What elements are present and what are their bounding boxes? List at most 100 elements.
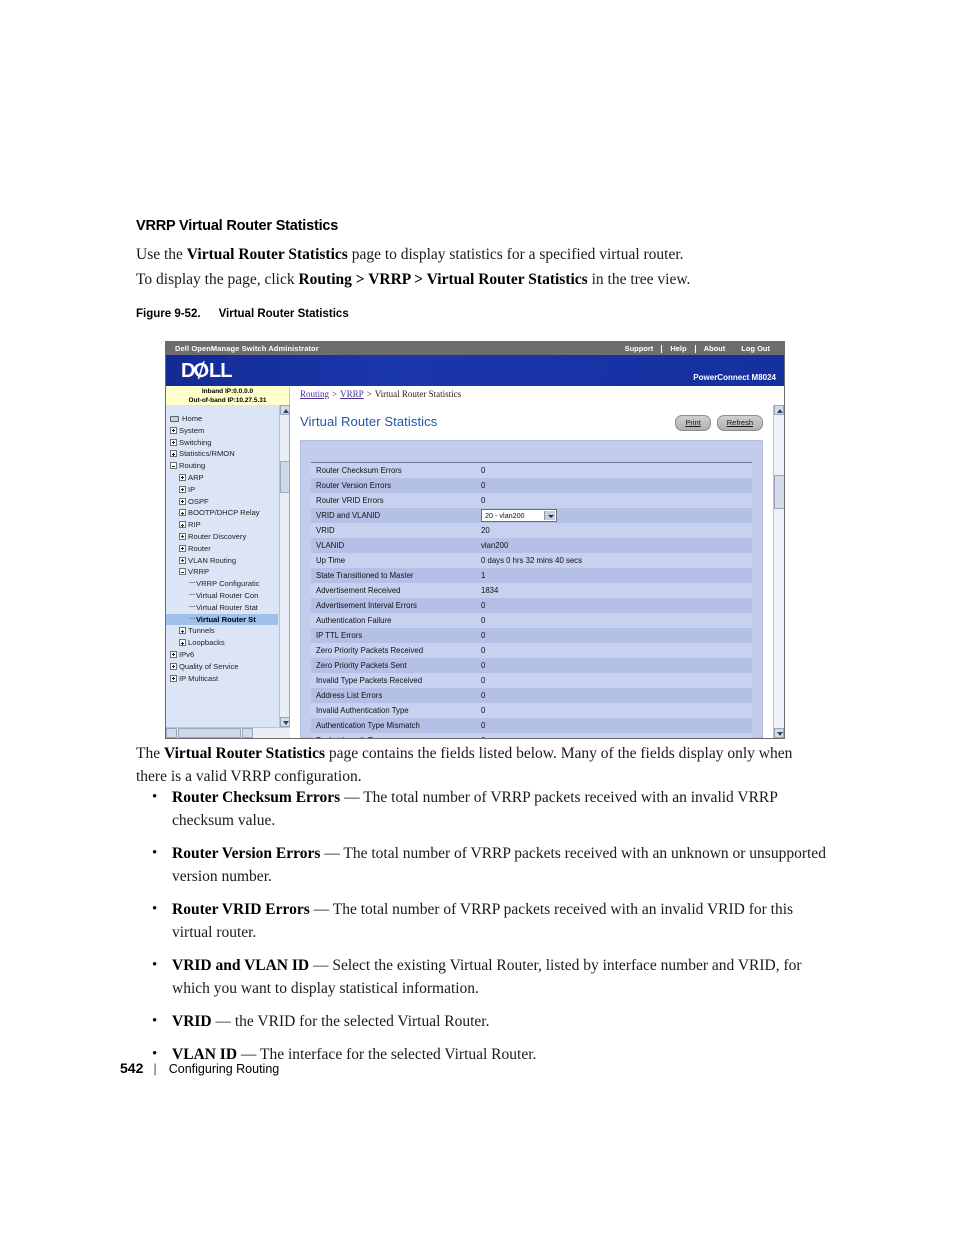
- breadcrumb-current: Virtual Router Statistics: [374, 389, 462, 399]
- intro-paragraph-line-1: Use the Virtual Router Statistics page t…: [136, 243, 836, 268]
- content-page-title: Virtual Router Statistics: [300, 414, 438, 429]
- stat-label: State Transitioned to Master: [311, 568, 476, 583]
- scroll-up-arrow-icon[interactable]: [280, 405, 290, 415]
- intro2-text-a: To display the page, click: [136, 271, 299, 288]
- tree-vertical-scrollbar[interactable]: [279, 405, 290, 727]
- tree-item-ospf[interactable]: OSPF: [166, 496, 278, 508]
- breadcrumb: Routing > VRRP > Virtual Router Statistics: [300, 389, 461, 399]
- content-scroll-thumb[interactable]: [774, 475, 784, 509]
- tree-item-label: Router: [188, 543, 211, 553]
- tree-item-router[interactable]: Router: [166, 543, 278, 555]
- content-vertical-scrollbar[interactable]: [773, 405, 784, 738]
- tree-item-vrrp-configuratic[interactable]: VRRP Configuratic: [166, 578, 278, 590]
- table-row: Zero Priority Packets Sent 0: [311, 658, 752, 673]
- content-scroll-up-arrow-icon[interactable]: [774, 405, 784, 415]
- table-row: Router VRID Errors 0: [311, 493, 752, 508]
- stat-value: 0: [476, 643, 752, 658]
- tree-expand-icon[interactable]: [179, 627, 186, 635]
- statistics-panel: Router Checksum Errors 0 Router Version Er…: [300, 440, 763, 738]
- tree-item-ip[interactable]: IP: [166, 484, 278, 496]
- scroll-left-arrow-icon[interactable]: [166, 728, 177, 738]
- tree-item-label: IP Multicast: [179, 673, 219, 683]
- print-button[interactable]: Print: [675, 415, 711, 431]
- document-page: VRRP Virtual Router Statistics Use the V…: [0, 0, 954, 1235]
- tree-item-tunnels[interactable]: Tunnels: [166, 625, 278, 637]
- tree-item-virtual-router-st[interactable]: Virtual Router St: [166, 613, 278, 626]
- tree-expand-icon[interactable]: [179, 556, 186, 564]
- tree-scroll-thumb[interactable]: [280, 461, 290, 493]
- tree-item-ipv6[interactable]: IPv6: [166, 649, 278, 661]
- table-row: VRID 20: [311, 523, 752, 538]
- stat-value: vlan200: [476, 538, 752, 553]
- nav-help[interactable]: Help: [662, 344, 694, 353]
- app-top-nav: Support Help About Log Out: [617, 344, 778, 353]
- tree-expand-icon[interactable]: [179, 497, 186, 505]
- tree-item-system[interactable]: System: [166, 425, 278, 437]
- tree-expand-icon[interactable]: [170, 662, 177, 670]
- tree-expand-icon[interactable]: [179, 509, 186, 517]
- tree-expand-icon[interactable]: [170, 438, 177, 446]
- tree-horizontal-scrollbar[interactable]: [166, 727, 290, 738]
- tree-expand-icon[interactable]: [170, 450, 177, 458]
- tree-item-arp[interactable]: ARP: [166, 472, 278, 484]
- nav-log-out[interactable]: Log Out: [733, 344, 778, 353]
- scroll-right-arrow-icon[interactable]: [242, 728, 253, 738]
- tree-item-ip-multicast[interactable]: IP Multicast: [166, 673, 278, 685]
- tree-item-virtual-router-stat[interactable]: Virtual Router Stat: [166, 602, 278, 614]
- navigation-tree[interactable]: Home System Switching Statistics/RMON Routin…: [166, 413, 278, 684]
- tree-item-rip[interactable]: RIP: [166, 519, 278, 531]
- tree-item-quality-of-service[interactable]: Quality of Service: [166, 661, 278, 673]
- tree-expand-icon[interactable]: [179, 532, 186, 540]
- chevron-down-icon[interactable]: [544, 511, 555, 520]
- nav-support[interactable]: Support: [617, 344, 662, 353]
- tree-expand-icon[interactable]: [170, 674, 177, 682]
- refresh-button[interactable]: Refresh: [716, 415, 763, 431]
- tree-item-label: Routing: [179, 461, 206, 471]
- nav-about[interactable]: About: [696, 344, 734, 353]
- tree-item-routing[interactable]: Routing: [166, 460, 278, 472]
- tree-item-statistics-rmon[interactable]: Statistics/RMON: [166, 448, 278, 460]
- tree-hscroll-thumb[interactable]: [178, 728, 241, 738]
- tree-collapse-icon[interactable]: [170, 462, 177, 470]
- tree-item-vrrp[interactable]: VRRP: [166, 566, 278, 578]
- scroll-down-arrow-icon[interactable]: [280, 717, 290, 727]
- tree-item-virtual-router-con[interactable]: Virtual Router Con: [166, 590, 278, 602]
- tree-collapse-icon[interactable]: [179, 568, 186, 576]
- figure-caption: Figure 9-52. Virtual Router Statistics: [136, 308, 349, 320]
- tree-expand-icon[interactable]: [179, 485, 186, 493]
- after-bold-a: Virtual Router Statistics: [163, 745, 325, 762]
- tree-expand-icon[interactable]: [170, 650, 177, 658]
- stat-value[interactable]: 20 - vlan200: [476, 508, 752, 523]
- footer-page-number: 542: [120, 1060, 144, 1076]
- table-row: VLANID vlan200: [311, 538, 752, 553]
- intro-text-b: page to display statistics for a specifi…: [347, 246, 684, 263]
- table-row: Advertisement Received 1834: [311, 583, 752, 598]
- tree-item-loopbacks[interactable]: Loopbacks: [166, 637, 278, 649]
- tree-item-label: Quality of Service: [179, 661, 239, 671]
- page-footer: 542 | Configuring Routing: [120, 1060, 279, 1076]
- tree-item-vlan-routing[interactable]: VLAN Routing: [166, 555, 278, 567]
- app-brandbar: DØLL PowerConnect M8024: [166, 355, 784, 386]
- tree-expand-icon[interactable]: [179, 473, 186, 481]
- content-scroll-down-arrow-icon[interactable]: [774, 728, 784, 738]
- tree-expand-icon[interactable]: [179, 639, 186, 647]
- table-row: Advertisement Interval Errors 0: [311, 598, 752, 613]
- vrid-vlanid-select[interactable]: 20 - vlan200: [481, 509, 557, 522]
- tree-item-home[interactable]: Home: [166, 413, 278, 425]
- tree-item-switching[interactable]: Switching: [166, 437, 278, 449]
- tree-item-bootp-dhcp-relay[interactable]: BOOTP/DHCP Relay: [166, 507, 278, 519]
- table-row: Router Checksum Errors 0: [311, 463, 752, 478]
- breadcrumb-routing[interactable]: Routing: [300, 389, 329, 399]
- tree-expand-icon[interactable]: [179, 544, 186, 552]
- table-row: Zero Priority Packets Received 0: [311, 643, 752, 658]
- breadcrumb-vrrp[interactable]: VRRP: [340, 389, 364, 399]
- tree-expand-icon[interactable]: [170, 426, 177, 434]
- breadcrumb-sep: >: [366, 389, 372, 399]
- tree-expand-icon[interactable]: [179, 521, 186, 529]
- panel-header-spacer: [301, 441, 762, 462]
- tree-leaf-icon: [189, 605, 195, 607]
- product-name: PowerConnect M8024: [693, 373, 776, 382]
- field-description-list: • Router Checksum Errors — The total numb…: [136, 786, 836, 1076]
- tree-item-router-discovery[interactable]: Router Discovery: [166, 531, 278, 543]
- stat-label: Advertisement Received: [311, 583, 476, 598]
